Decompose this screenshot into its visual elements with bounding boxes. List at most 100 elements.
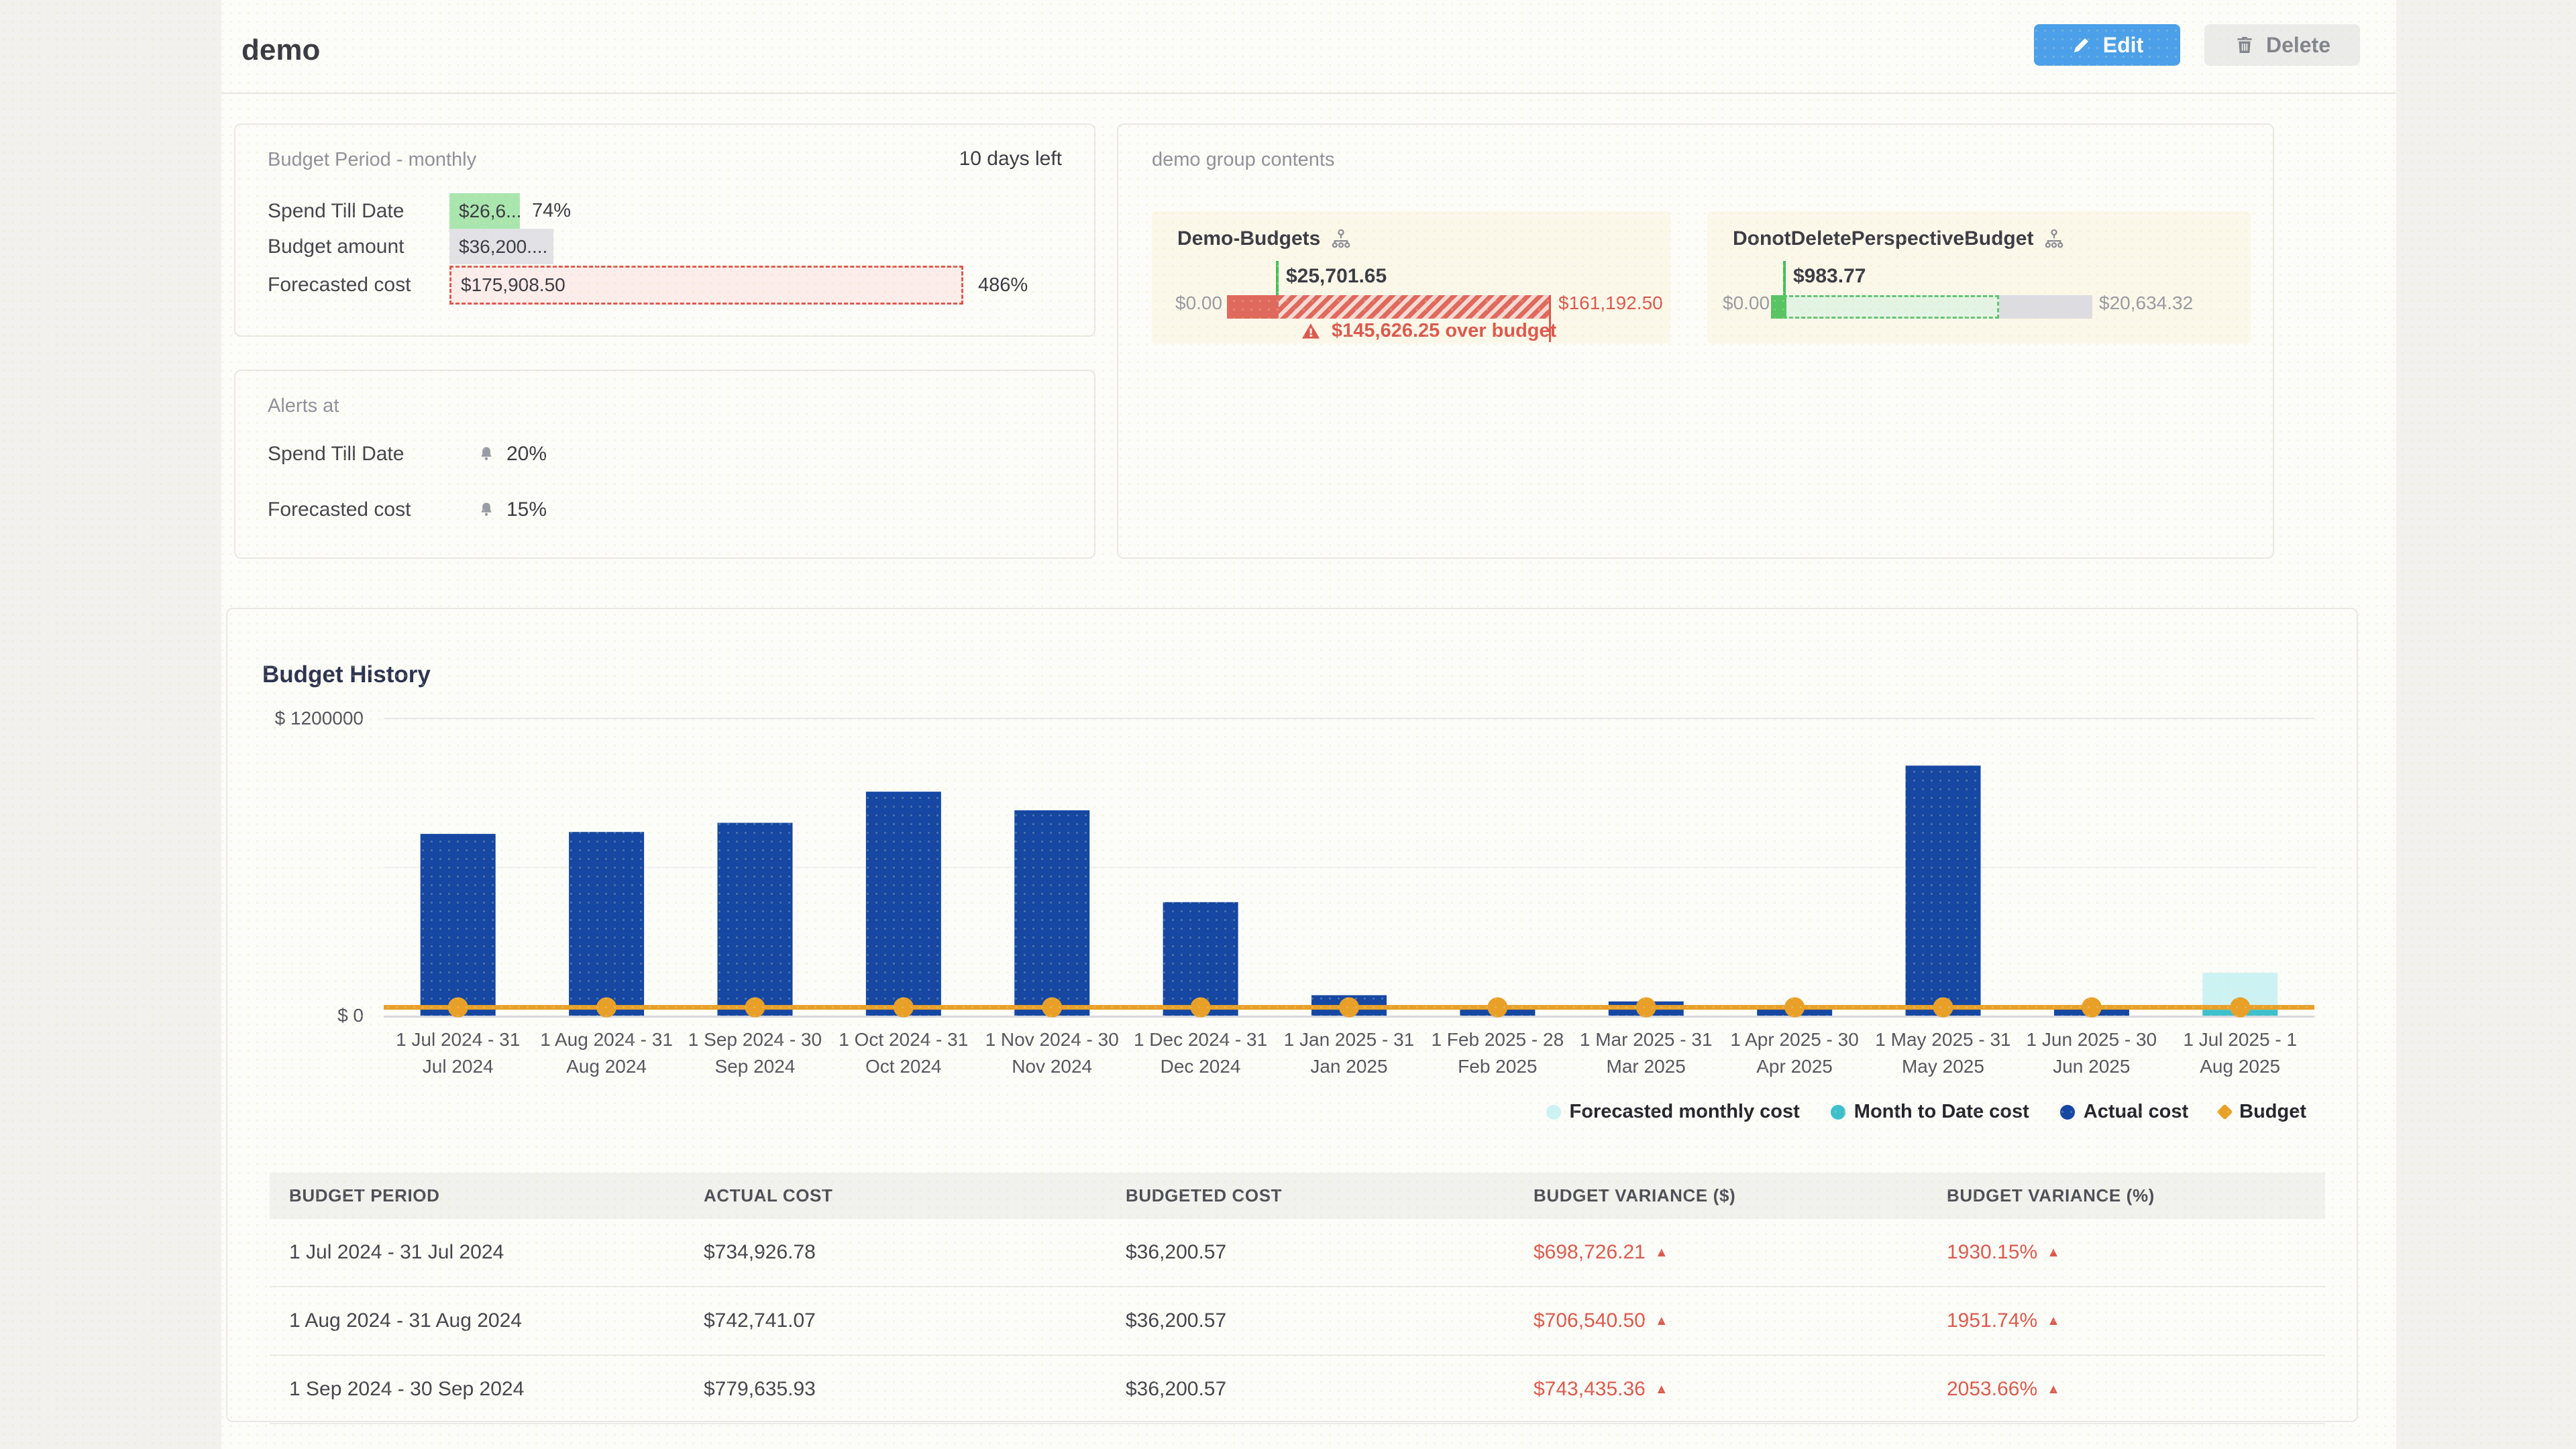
budget-point [448,998,468,1018]
budget-point [1339,998,1359,1018]
spend-till-date-label: Spend Till Date [268,193,404,229]
cell-budget-variance-usd: $743,435.36 ▲ [1514,1378,1927,1401]
legend-label: Forecasted monthly cost [1570,1101,1800,1123]
variance-up-icon: ▲ [2047,1245,2060,1260]
x-axis-label: 1 Apr 2025 - 30 Apr 2025 [1720,1026,1868,1080]
cell-budgeted-cost: $36,200.57 [1106,1378,1514,1401]
spend-till-date-value-bar: $26,6... [449,193,520,229]
alerts-card: Alerts at Spend Till Date 20% Forecasted… [234,370,1095,559]
warning-icon [1301,321,1321,341]
group-contents-title: demo group contents [1152,149,1334,171]
actual-spend-segment [1771,295,1786,319]
actual-cost-bar [421,834,496,1016]
budget-point [1933,998,1953,1018]
cell-budget-variance-usd: $706,540.50 ▲ [1514,1309,1927,1332]
budget-point [1636,998,1656,1018]
table-row: 1 Jul 2024 - 31 Jul 2024$734,926.78$36,2… [270,1219,2325,1287]
chart-legend: Forecasted monthly cost Month to Date cos… [1546,1101,2306,1123]
x-axis-label: 1 Aug 2024 - 31 Aug 2024 [532,1026,680,1080]
column-header: ACTUAL COST [684,1185,1106,1206]
delete-button-label: Delete [2266,33,2330,58]
cell-actual-cost: $779,635.93 [684,1378,1106,1401]
cell-budgeted-cost: $36,200.57 [1106,1241,1514,1264]
circle-marker-icon [1546,1105,1561,1120]
variance-up-icon: ▲ [2047,1382,2060,1397]
page-title: demo [241,0,320,94]
legend-item-month-to-date-cost[interactable]: Month to Date cost [1831,1101,2029,1123]
hierarchy-icon [1330,227,1352,250]
alert-forecast-value: 15% [506,492,547,527]
budget-period-card: Budget Period - monthly 10 days left Spe… [234,123,1095,337]
cell-budgeted-cost: $36,200.57 [1106,1309,1514,1332]
table-header-row: BUDGET PERIODACTUAL COSTBUDGETED COSTBUD… [270,1173,2325,1219]
budget-point [894,998,914,1018]
current-spend-value: $25,701.65 [1286,265,1387,288]
cell-budget-variance-pct: 1930.15%▲ [1927,1241,2325,1264]
x-axis-label: 1 Oct 2024 - 31 Oct 2024 [829,1026,977,1080]
bar-min-label: $0.00 [1175,292,1222,314]
alert-forecast-label: Forecasted cost [268,492,411,527]
actual-spend-segment [1227,295,1279,319]
delete-button[interactable]: Delete [2204,24,2360,66]
budget-point [1191,998,1211,1018]
variance-up-icon: ▲ [1655,1245,1668,1260]
forecast-segment [1771,295,1999,319]
circle-marker-icon [1831,1105,1845,1120]
bell-icon [477,500,496,519]
budget-period-card-title: Budget Period - monthly [268,149,476,171]
column-header: BUDGET PERIOD [270,1185,684,1206]
budget-history-chart [384,718,2314,1018]
column-header: BUDGETED COST [1106,1185,1514,1206]
legend-label: Actual cost [2084,1101,2188,1123]
variance-value: 1951.74% [1947,1309,2037,1332]
page: demo Edit Delete Budget Period - monthly… [0,0,2576,1449]
legend-item-actual-cost[interactable]: Actual cost [2060,1101,2188,1123]
actual-cost-bar [1014,810,1089,1016]
cell-budget-variance-usd: $698,726.21▲ [1514,1241,1927,1264]
forecasted-cost-percent: 486% [978,266,1028,305]
cell-budget-variance-pct: 2053.66%▲ [1927,1378,2325,1401]
x-axis-labels: 1 Jul 2024 - 31 Jul 20241 Aug 2024 - 31 … [384,1026,2314,1080]
y-axis-zero-label: $ 0 [263,1005,364,1026]
over-budget-text: $145,626.25 over budget [1332,320,1556,342]
edit-button-label: Edit [2103,33,2143,58]
overage-hatched-segment [1279,295,1550,319]
x-axis-label: 1 Dec 2024 - 31 Dec 2024 [1126,1026,1275,1080]
column-header: BUDGET VARIANCE (%) [1927,1185,2325,1206]
variance-value: $743,435.36 [1534,1378,1646,1401]
current-spend-value: $983.77 [1793,265,1866,288]
variance-up-icon: ▲ [2047,1313,2060,1329]
x-axis-label: 1 Mar 2025 - 31 Mar 2025 [1572,1026,1720,1080]
bar-max-label: $161,192.50 [1558,292,1663,314]
variance-up-icon: ▲ [1655,1313,1668,1329]
actual-cost-bar [866,792,941,1016]
variance-value: $706,540.50 [1534,1309,1646,1332]
legend-item-budget[interactable]: Budget [2219,1101,2306,1123]
cell-actual-cost: $742,741.07 [684,1309,1106,1332]
y-axis-max-label: $ 1200000 [263,708,364,729]
legend-item-forecasted-monthly-cost[interactable]: Forecasted monthly cost [1546,1101,1800,1123]
table-body: 1 Jul 2024 - 31 Jul 2024$734,926.78$36,2… [270,1219,2325,1424]
cell-budget-variance-pct: 1951.74% ▲ [1927,1309,2325,1332]
content-column: demo Edit Delete Budget Period - monthly… [221,0,2396,1449]
spend-till-date-percent: 74% [532,193,571,229]
budget-point [745,998,765,1018]
column-header: BUDGET VARIANCE ($) [1514,1185,1927,1206]
x-axis-label: 1 Jul 2024 - 31 Jul 2024 [384,1026,532,1080]
budget-progress-bar [1771,295,2092,319]
days-left-badge: 10 days left [959,148,1062,170]
variance-up-icon: ▲ [1655,1382,1668,1397]
circle-marker-icon [2060,1105,2075,1120]
budget-tile-name: Demo-Budgets [1177,227,1320,250]
pencil-icon [2071,34,2092,56]
legend-label: Budget [2239,1101,2306,1123]
budget-history-card: Budget History $ 1200000 $ 0 1 Jul 2024 … [226,608,2358,1422]
top-header: demo Edit Delete [221,0,2396,94]
budget-amount-label: Budget amount [268,229,404,264]
table-row: 1 Sep 2024 - 30 Sep 2024$779,635.93$36,2… [270,1356,2325,1424]
table-row: 1 Aug 2024 - 31 Aug 2024$742,741.07$36,2… [270,1287,2325,1356]
alert-spend-label: Spend Till Date [268,437,404,472]
trash-icon [2234,34,2255,56]
edit-button[interactable]: Edit [2034,24,2180,66]
hierarchy-icon [2043,227,2065,250]
